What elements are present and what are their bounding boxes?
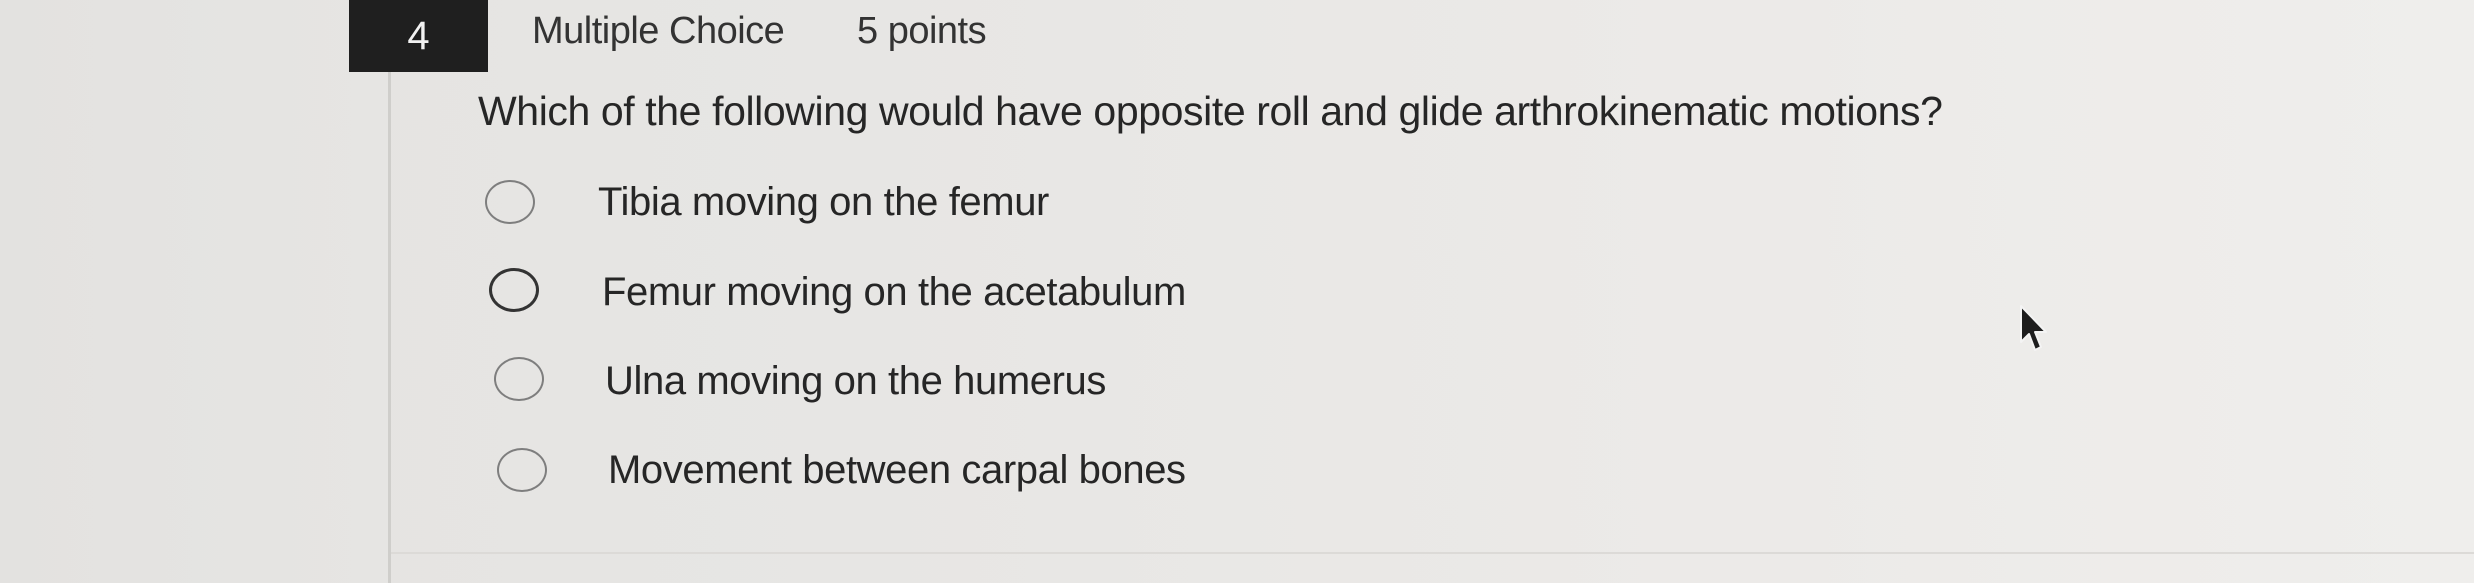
radio-button-icon[interactable] — [489, 268, 539, 312]
question-number-badge: 4 — [349, 0, 488, 72]
mouse-pointer-icon — [2020, 305, 2047, 351]
radio-button-icon[interactable] — [497, 448, 547, 492]
choice-label: Tibia moving on the femur — [598, 180, 1049, 224]
choice-tibia-on-femur[interactable] — [485, 180, 535, 224]
radio-button-icon[interactable] — [485, 180, 535, 224]
choice-femur-on-acetabulum[interactable] — [489, 268, 539, 312]
choice-label: Movement between carpal bones — [608, 448, 1186, 492]
question-type: Multiple Choice — [532, 10, 785, 52]
radio-button-icon[interactable] — [494, 357, 544, 401]
question-divider — [391, 552, 2474, 554]
choice-carpal-bones[interactable] — [497, 448, 547, 492]
question-prompt: Which of the following would have opposi… — [478, 88, 1943, 134]
question-card-border — [388, 66, 391, 583]
left-gutter — [0, 0, 388, 583]
question-points: 5 points — [857, 10, 987, 52]
choice-ulna-on-humerus[interactable] — [494, 357, 544, 401]
choice-label: Ulna moving on the humerus — [605, 359, 1106, 403]
choice-label: Femur moving on the acetabulum — [602, 270, 1186, 314]
question-number: 4 — [407, 13, 430, 58]
